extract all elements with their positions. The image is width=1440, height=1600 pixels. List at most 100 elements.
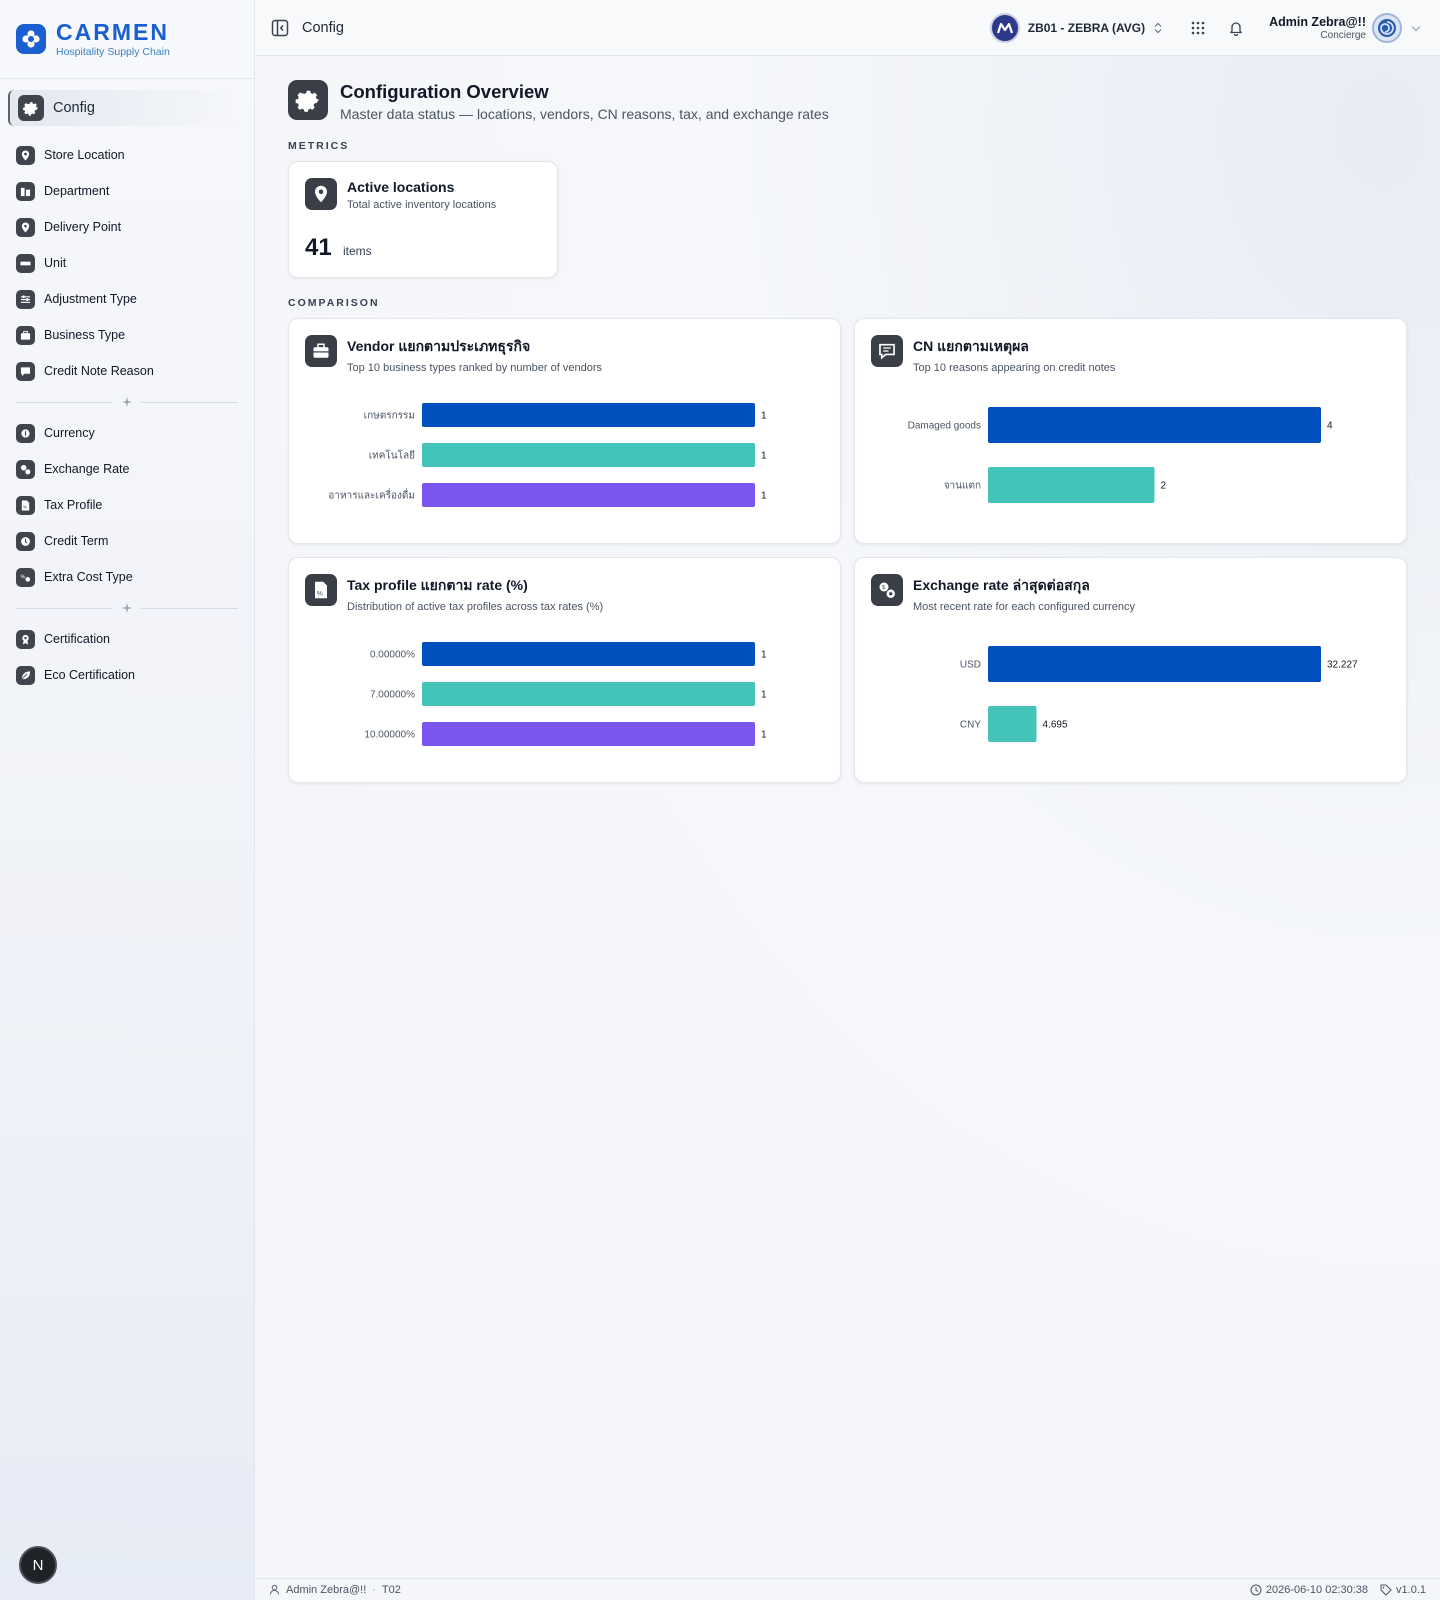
category-label: 0.00000%: [370, 650, 415, 661]
bar-tax-0[interactable]: [422, 642, 755, 666]
sidebar-item-eco-certification[interactable]: Eco Certification: [0, 657, 254, 693]
sidebar-item-label: Business Type: [44, 328, 126, 342]
chart-card-tax-profile: % Tax profile แยกตาม rate (%) Distributi…: [288, 557, 841, 783]
sidebar-item-label: Certification: [44, 632, 110, 646]
clock-icon: [1250, 1584, 1262, 1596]
sidebar-item-label: Credit Term: [44, 534, 109, 548]
footer-meta: 2026-06-10 02:30:38 v1.0.1: [1250, 1579, 1426, 1600]
card-title: Active locations: [347, 179, 455, 195]
sidebar-item-credit-term[interactable]: Credit Term: [0, 523, 254, 559]
sidebar-divider: [16, 595, 238, 621]
header-title: Config: [302, 19, 344, 36]
bar-vendor-2[interactable]: [422, 483, 755, 507]
svg-text:%: %: [20, 574, 25, 580]
sidebar-item-label: Department: [44, 184, 110, 198]
sidebar-item-label: Config: [53, 100, 95, 116]
sidebar-item-label: Adjustment Type: [44, 292, 137, 306]
user-icon: [269, 1584, 280, 1595]
sparkle-icon: [113, 397, 141, 407]
sidebar-item-extra-cost-type[interactable]: % Extra Cost Type: [0, 559, 254, 595]
sidebar-item-label: Delivery Point: [44, 220, 122, 234]
sidebar-item-credit-note-reason[interactable]: Credit Note Reason: [0, 353, 254, 389]
category-label: เทคโนโลยี: [369, 449, 415, 462]
bar-tax-1[interactable]: [422, 682, 755, 706]
header-actions: ZB01 - ZEBRA (AVG) Admin Zebra@!! Concie…: [989, 0, 1440, 56]
sidebar-item-certification[interactable]: Certification: [0, 621, 254, 657]
cost-icon: %: [16, 567, 35, 587]
delivery-pin-icon: [16, 217, 35, 237]
brand-name: CARMEN: [56, 19, 169, 45]
brand[interactable]: CARMEN Hospitality Supply Chain: [0, 0, 254, 79]
category-label: CNY: [960, 720, 981, 731]
sidebar: CARMEN Hospitality Supply Chain Config S…: [0, 0, 255, 1600]
user-avatar[interactable]: [1372, 13, 1402, 43]
sidebar-item-label: Store Location: [44, 148, 125, 162]
value-label: 1: [761, 690, 767, 701]
user-menu-chevron[interactable]: [1408, 20, 1424, 36]
gear-icon: [18, 95, 44, 121]
bar-fx-1[interactable]: [988, 706, 1037, 742]
footer-version: v1.0.1: [1396, 1584, 1426, 1596]
sidebar-item-delivery-point[interactable]: Delivery Point: [0, 209, 254, 245]
brand-tagline: Hospitality Supply Chain: [56, 46, 170, 58]
bar-chart-fx: USD 32.227 CNY 4.695: [960, 646, 1358, 742]
category-label: USD: [960, 660, 981, 671]
sidebar-item-label: Exchange Rate: [44, 462, 130, 476]
panel-left-icon: [271, 19, 289, 36]
footer-user-name: Admin Zebra@!!: [286, 1583, 367, 1596]
category-label: เกษตรกรรม: [364, 411, 415, 422]
bar-fx-0[interactable]: [988, 646, 1321, 682]
swirl-avatar-icon: [1378, 19, 1396, 37]
sidebar-item-department[interactable]: Department: [0, 173, 254, 209]
clock-icon: [16, 531, 35, 551]
exchange-icon: [16, 459, 35, 479]
card-header: Active locations Total active inventory …: [305, 178, 496, 211]
main-content: Configuration Overview Master data statu…: [255, 56, 1440, 1578]
metric-card-active-locations[interactable]: Active locations Total active inventory …: [288, 161, 558, 278]
sidebar-item-label: Extra Cost Type: [44, 570, 133, 584]
sidebar-item-tax-profile[interactable]: % Tax Profile: [0, 487, 254, 523]
bell-icon: [1230, 22, 1242, 36]
category-label: อาหารและเครื่องดื่ม: [328, 488, 415, 502]
gear-icon: [288, 80, 328, 120]
value-label: 4.695: [1043, 720, 1068, 731]
sidebar-item-business-type[interactable]: Business Type: [0, 317, 254, 353]
sidebar-item-exchange-rate[interactable]: Exchange Rate: [0, 451, 254, 487]
business-unit-avatar-icon: [989, 13, 1020, 43]
category-label: 10.00000%: [364, 730, 415, 741]
value-label: 1: [761, 451, 767, 462]
user-name: Admin Zebra@!!: [1269, 15, 1366, 29]
bar-cn-1[interactable]: [988, 467, 1155, 503]
page-title: Configuration Overview: [340, 81, 549, 102]
value-label: 1: [761, 491, 767, 502]
value-label: 1: [761, 411, 767, 422]
business-unit-select[interactable]: ZB01 - ZEBRA (AVG): [989, 13, 1163, 43]
bar-vendor-1[interactable]: [422, 443, 755, 467]
sidebar-item-currency[interactable]: Currency: [0, 415, 254, 451]
sidebar-toggle-button[interactable]: [270, 18, 290, 38]
notifications-button[interactable]: [1225, 17, 1247, 39]
chart-card-exchange-rate: $ Exchange rate ล่าสุดต่อสกุล Most recen…: [854, 557, 1407, 783]
bar-vendor-0[interactable]: [422, 403, 755, 427]
assistant-fab-button[interactable]: N: [19, 1546, 57, 1584]
carmen-logo-icon: [16, 24, 46, 54]
svg-text:%: %: [23, 504, 27, 509]
sidebar-item-config[interactable]: Config: [8, 90, 240, 126]
bar-tax-2[interactable]: [422, 722, 755, 746]
top-header: Config ZB01 - ZEBRA (AVG) Admin Zebra@!!…: [255, 0, 1440, 56]
metrics-section-label: METRICS: [288, 140, 350, 152]
card-subtitle: Total active inventory locations: [347, 199, 497, 211]
sidebar-item-adjustment-type[interactable]: Adjustment Type: [0, 281, 254, 317]
sidebar-divider: [16, 389, 238, 415]
user-menu[interactable]: Admin Zebra@!! Concierge: [1269, 15, 1366, 41]
metric-value: 41: [305, 234, 332, 261]
sidebar-item-unit[interactable]: Unit: [0, 245, 254, 281]
bar-cn-0[interactable]: [988, 407, 1321, 443]
footer-separator: ·: [372, 1583, 376, 1596]
percent-file-icon: %: [16, 495, 35, 515]
sidebar-item-store-location[interactable]: Store Location: [0, 137, 254, 173]
apps-grid-button[interactable]: [1187, 17, 1209, 39]
footer-datetime: 2026-06-10 02:30:38: [1265, 1584, 1369, 1596]
department-icon: [16, 181, 35, 201]
value-label: 32.227: [1327, 660, 1358, 671]
